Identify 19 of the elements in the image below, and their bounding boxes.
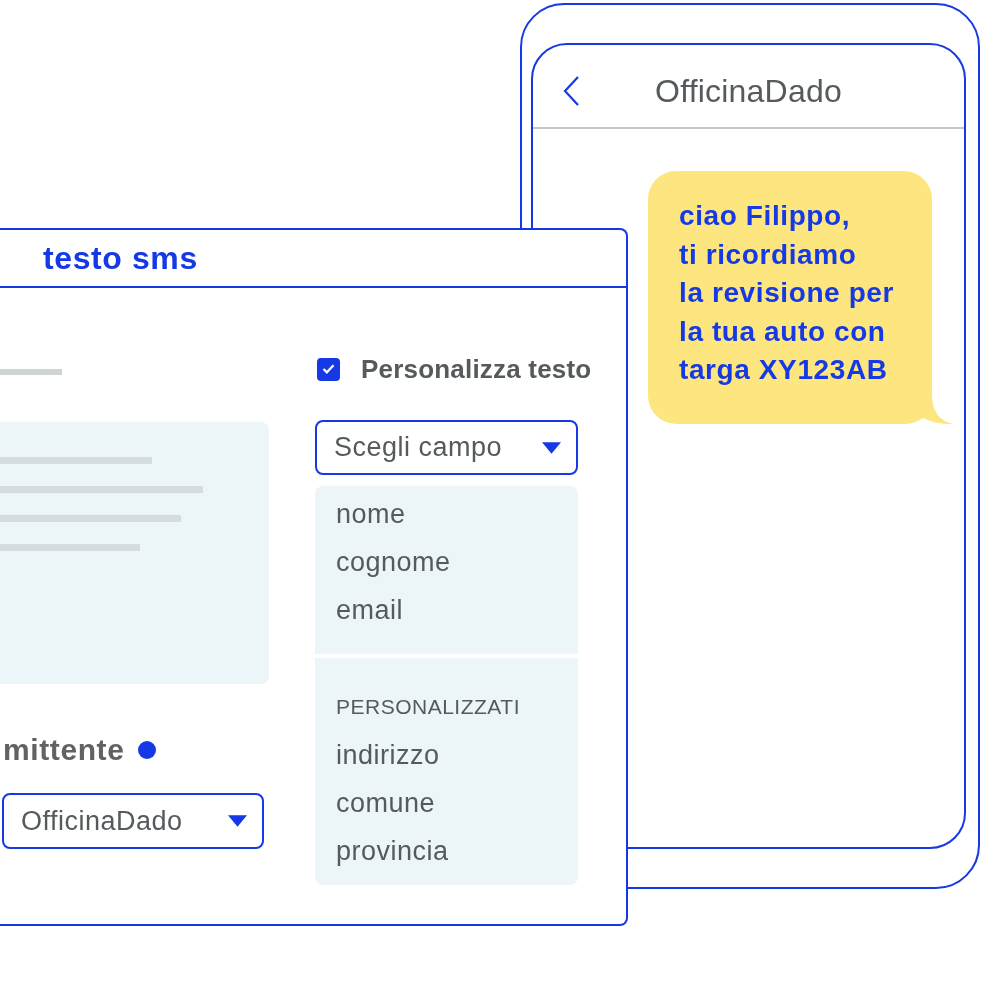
caret-icon (228, 815, 247, 827)
dot-icon (138, 741, 157, 759)
checkbox[interactable] (317, 357, 340, 381)
caret-icon (542, 441, 561, 454)
menu-item[interactable]: indirizzo (315, 731, 578, 779)
menu-item[interactable]: comune (315, 779, 578, 827)
menu-item[interactable]: provincia (315, 827, 578, 875)
checkbox-label: Personalizza testo (361, 354, 592, 384)
menu-item[interactable]: cognome (315, 538, 578, 586)
menu-item[interactable]: email (315, 586, 578, 634)
sender-dropdown[interactable]: OfficinaDado (2, 793, 264, 849)
menu-item[interactable]: nome (315, 490, 578, 538)
field-dropdown[interactable]: Scegli campo (315, 420, 578, 475)
chat-title: OfficinaDado (655, 72, 842, 110)
checkmark-icon (322, 364, 335, 374)
sender-label: mittente (3, 733, 125, 767)
menu-section-header: PERSONALIZZATI (335, 694, 521, 720)
back-icon[interactable] (563, 76, 579, 106)
panel-title: testo sms (43, 239, 198, 277)
